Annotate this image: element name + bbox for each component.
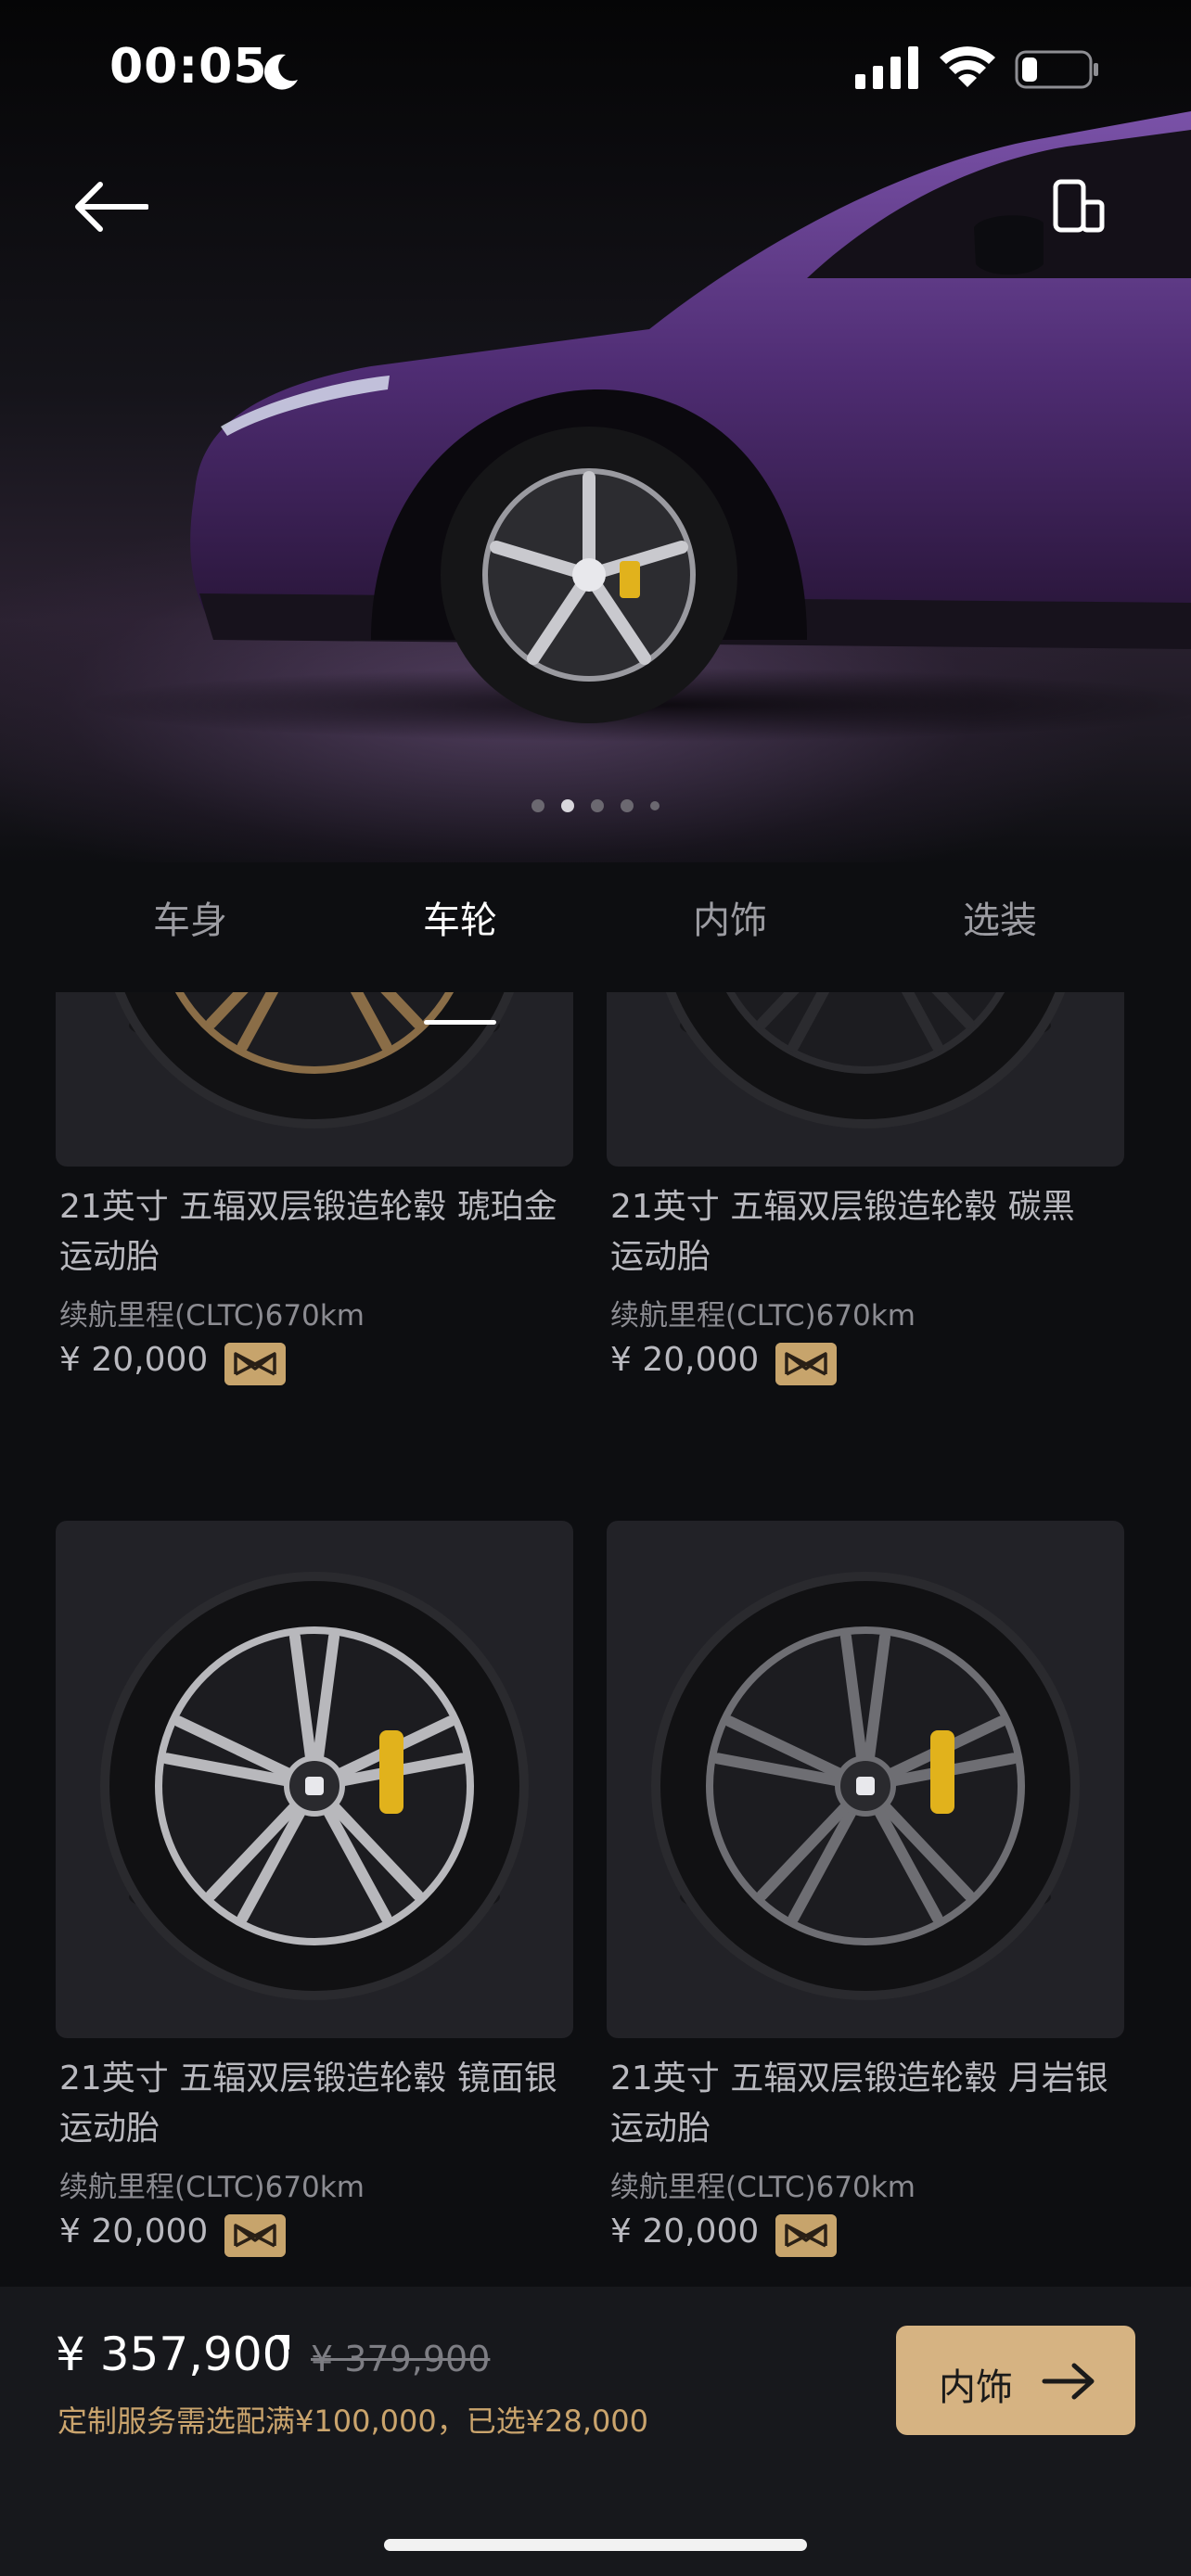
tab-interior[interactable]: 内饰 bbox=[637, 890, 823, 944]
arrow-right-icon bbox=[1042, 2363, 1095, 2400]
status-bar: 00:05 bbox=[0, 0, 1191, 139]
price-summary-bar: ¥ 357,900 ¥ 379,900 定制服务需选配满¥100,000，已选¥… bbox=[0, 2287, 1191, 2576]
wheel-image[interactable] bbox=[607, 1521, 1124, 2038]
wheel-title: 21英寸 五辐双层锻造轮毂 琥珀金 bbox=[59, 1188, 557, 1226]
wheel-title-line2: 运动胎 bbox=[610, 2110, 711, 2148]
total-price: ¥ 357,900 bbox=[56, 2327, 292, 2381]
tab-options[interactable]: 选装 bbox=[907, 890, 1093, 944]
wheel-image[interactable] bbox=[56, 1521, 573, 2038]
wheel-image[interactable] bbox=[56, 992, 573, 1167]
wheel-price: ¥ 20,000 bbox=[59, 1341, 209, 1379]
wheel-title: 21英寸 五辐双层锻造轮毂 碳黑 bbox=[610, 1188, 1075, 1226]
member-badge-icon bbox=[775, 2214, 837, 2257]
carousel-dots bbox=[0, 797, 1191, 814]
wheel-range: 续航里程(CLTC)670km bbox=[59, 2171, 365, 2204]
member-badge-icon bbox=[224, 1343, 286, 1385]
member-badge-icon bbox=[775, 1343, 837, 1385]
corner-mark-icon bbox=[275, 2335, 289, 2350]
customization-note: 定制服务需选配满¥100,000，已选¥28,000 bbox=[58, 2404, 649, 2439]
status-time: 00:05 bbox=[109, 39, 268, 95]
wheel-title: 21英寸 五辐双层锻造轮毂 月岩银 bbox=[610, 2060, 1108, 2098]
wheel-range: 续航里程(CLTC)670km bbox=[610, 1299, 916, 1333]
tab-wheels[interactable]: 车轮 bbox=[367, 890, 553, 944]
original-price: ¥ 379,900 bbox=[311, 2339, 491, 2379]
battery-icon bbox=[1015, 50, 1098, 89]
carousel-dot[interactable] bbox=[650, 801, 660, 810]
wifi-icon bbox=[940, 46, 995, 87]
wheel-range: 续航里程(CLTC)670km bbox=[59, 1299, 365, 1333]
wheel-title: 21英寸 五辐双层锻造轮毂 镜面银 bbox=[59, 2060, 557, 2098]
wheel-option-grid: 21英寸 五辐双层锻造轮毂 琥珀金 运动胎 续航里程(CLTC)670km ¥ … bbox=[0, 992, 1191, 2287]
carousel-dot[interactable] bbox=[591, 799, 604, 812]
tab-body[interactable]: 车身 bbox=[97, 890, 283, 944]
phone-device-icon[interactable] bbox=[1048, 176, 1108, 237]
member-badge-icon bbox=[224, 2214, 286, 2257]
wheel-title-line2: 运动胎 bbox=[59, 2110, 160, 2148]
back-arrow-icon[interactable] bbox=[72, 176, 148, 237]
carousel-dot[interactable] bbox=[531, 799, 544, 812]
carousel-dot-active[interactable] bbox=[561, 799, 574, 812]
wheel-range: 续航里程(CLTC)670km bbox=[610, 2171, 916, 2204]
carousel-dot[interactable] bbox=[621, 799, 634, 812]
signal-icon bbox=[855, 46, 918, 89]
next-interior-button[interactable]: 内饰 bbox=[896, 2326, 1135, 2435]
home-indicator[interactable] bbox=[384, 2539, 807, 2551]
tab-bar: 车身 车轮 内饰 选装 bbox=[0, 862, 1191, 992]
tab-active-indicator bbox=[424, 1020, 496, 1025]
wheel-price: ¥ 20,000 bbox=[610, 1341, 760, 1379]
wheel-title-line2: 运动胎 bbox=[59, 1238, 160, 1276]
next-button-label: 内饰 bbox=[939, 2366, 1013, 2409]
wheel-title-line2: 运动胎 bbox=[610, 1238, 711, 1276]
wheel-image[interactable] bbox=[607, 992, 1124, 1167]
wheel-price: ¥ 20,000 bbox=[610, 2213, 760, 2251]
moon-icon bbox=[263, 54, 298, 90]
wheel-price: ¥ 20,000 bbox=[59, 2213, 209, 2251]
